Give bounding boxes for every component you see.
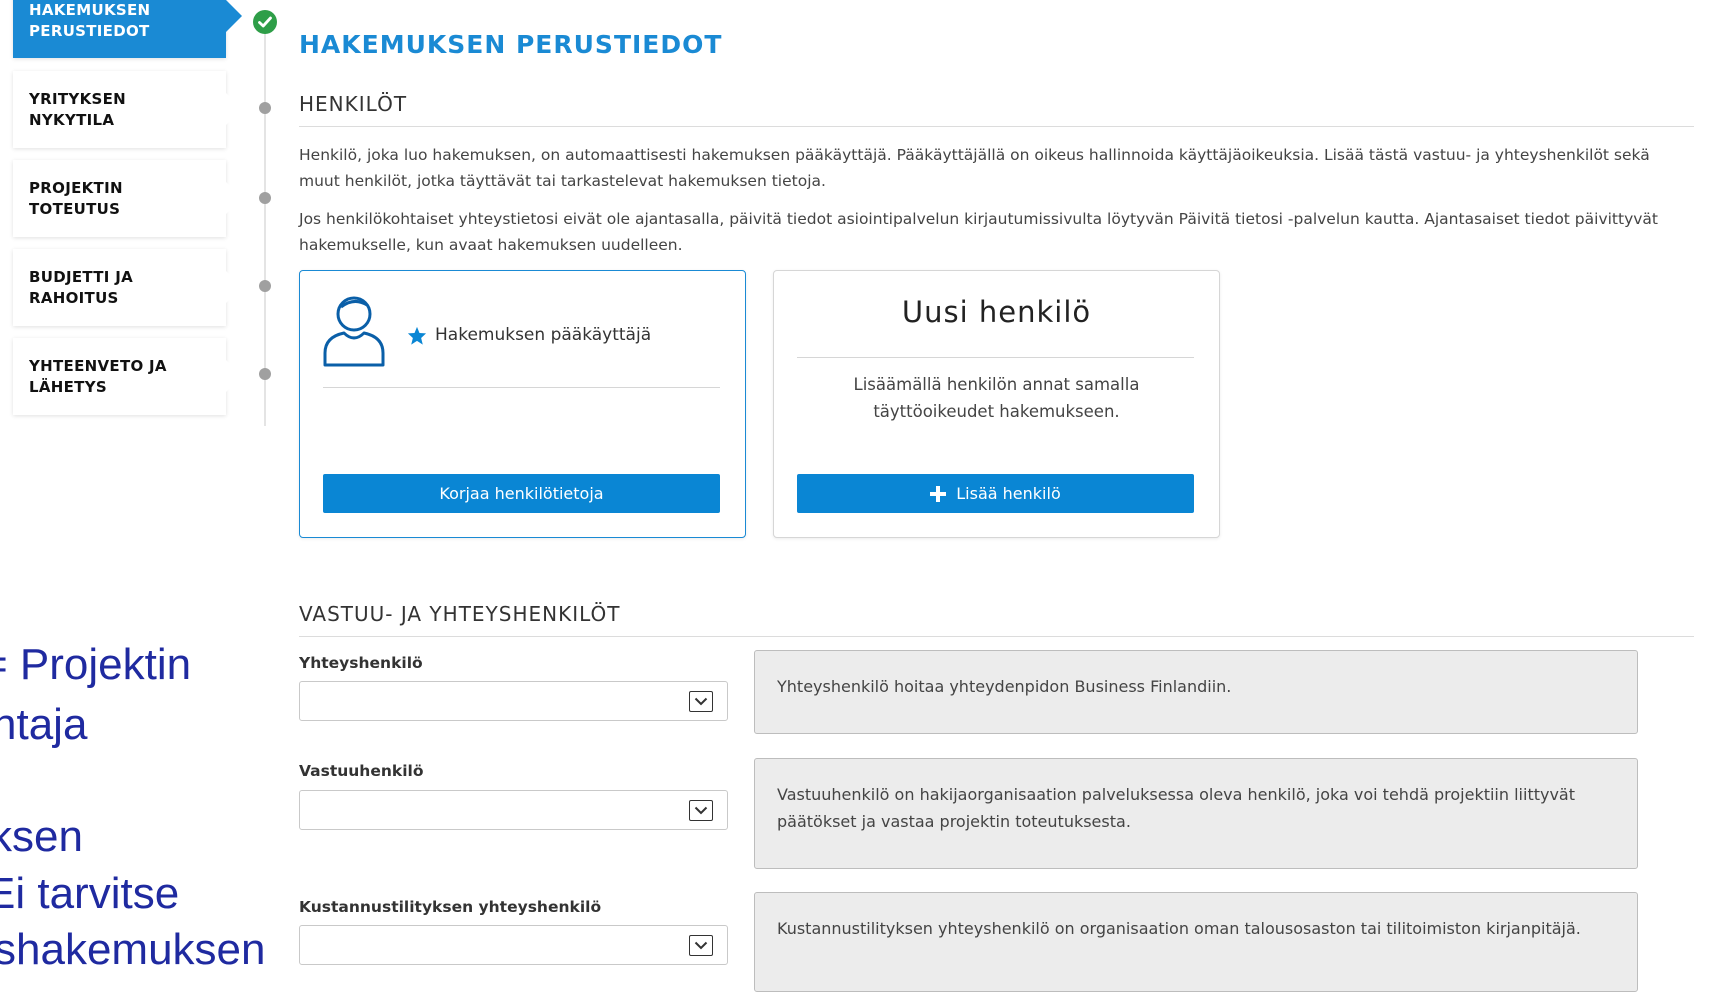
info-box-kustannustilitys: Kustannustilityksen yhteyshenkilö on org… <box>754 892 1638 992</box>
add-person-label: Lisää henkilö <box>956 484 1061 503</box>
admin-role-text: Hakemuksen pääkäyttäjä <box>435 325 652 345</box>
overlay-line: Ei tarvitse <box>0 869 180 918</box>
chevron-down-icon <box>689 800 713 821</box>
step-label-line1: BUDJETTI JA <box>29 268 133 286</box>
info-box-vastuuhenkilo: Vastuuhenkilö on hakijaorganisaation pal… <box>754 758 1638 869</box>
admin-person-card[interactable]: Hakemuksen pääkäyttäjä Korjaa henkilötie… <box>299 270 746 538</box>
user-avatar-icon <box>322 293 386 373</box>
step-yhteenveto-ja-lahetys[interactable]: YHTEENVETO JA LÄHETYS <box>13 338 242 415</box>
overlay-line: ntaja <box>0 700 88 749</box>
step-label-line1: YRITYKSEN <box>29 90 127 108</box>
overlay-line: ksen <box>0 812 83 861</box>
divider <box>299 636 1694 637</box>
field-label-kustannustilitys: Kustannustilityksen yhteyshenkilö <box>299 898 602 916</box>
star-icon <box>407 326 427 345</box>
step-hakemuksen-perustiedot[interactable]: HAKEMUKSEN PERUSTIEDOT <box>13 0 242 58</box>
step-label-line1: PROJEKTIN <box>29 179 123 197</box>
step-label-line1: HAKEMUKSEN <box>29 1 151 19</box>
new-person-description: Lisäämällä henkilön annat samalla täyttö… <box>853 375 1140 421</box>
section-title-henkilot: HENKILÖT <box>299 92 408 116</box>
henkilot-intro: Henkilö, joka luo hakemuksen, on automaa… <box>299 146 1650 190</box>
edit-person-button[interactable]: Korjaa henkilötietoja <box>323 474 720 513</box>
yhteyshenkilo-select[interactable] <box>299 681 728 721</box>
step-budjetti-ja-rahoitus[interactable]: BUDJETTI JA RAHOITUS <box>13 249 242 326</box>
step-label-line2: RAHOITUS <box>29 289 119 307</box>
admin-role-label: Hakemuksen pääkäyttäjä <box>407 325 651 345</box>
divider <box>299 126 1694 127</box>
step-label-line2: NYKYTILA <box>29 111 115 129</box>
overlay-line: shakemuksen <box>0 925 266 974</box>
field-label-vastuuhenkilo: Vastuuhenkilö <box>299 762 424 780</box>
info-box-yhteyshenkilo: Yhteyshenkilö hoitaa yhteydenpidon Busin… <box>754 650 1638 734</box>
step-label-line1: YHTEENVETO JA <box>29 357 167 375</box>
plus-icon <box>930 485 947 502</box>
kustannustilitys-select[interactable] <box>299 925 728 965</box>
chevron-down-icon <box>689 935 713 956</box>
chevron-down-icon <box>689 691 713 712</box>
overlay-line: = Projektin <box>0 640 192 689</box>
field-label-yhteyshenkilo: Yhteyshenkilö <box>299 654 423 672</box>
timeline-line <box>264 18 266 426</box>
section-title-contacts: VASTUU- JA YHTEYSHENKILÖT <box>299 602 621 626</box>
new-person-card: Uusi henkilö Lisäämällä henkilön annat s… <box>773 270 1220 538</box>
divider <box>797 357 1194 358</box>
add-person-button[interactable]: Lisää henkilö <box>797 474 1194 513</box>
step-dot <box>259 192 271 204</box>
new-person-title: Uusi henkilö <box>901 295 1092 329</box>
application-stepper: HAKEMUKSEN PERUSTIEDOT YRITYKSEN NYKYTIL… <box>0 0 277 430</box>
check-circle-icon <box>253 10 277 34</box>
divider <box>323 387 720 388</box>
vastuuhenkilo-select[interactable] <box>299 790 728 830</box>
step-label-line2: LÄHETYS <box>29 378 107 396</box>
step-projektin-toteutus[interactable]: PROJEKTIN TOTEUTUS <box>13 160 242 237</box>
step-dot <box>259 102 271 114</box>
step-label-line2: PERUSTIEDOT <box>29 22 150 40</box>
page-title: HAKEMUKSEN PERUSTIEDOT <box>299 30 723 59</box>
step-yrityksen-nykytila[interactable]: YRITYKSEN NYKYTILA <box>13 71 242 148</box>
henkilot-update-info: Jos henkilökohtaiset yhteystietosi eivät… <box>299 210 1659 254</box>
step-label-line2: TOTEUTUS <box>29 200 121 218</box>
step-dot <box>259 280 271 292</box>
step-dot <box>259 368 271 380</box>
